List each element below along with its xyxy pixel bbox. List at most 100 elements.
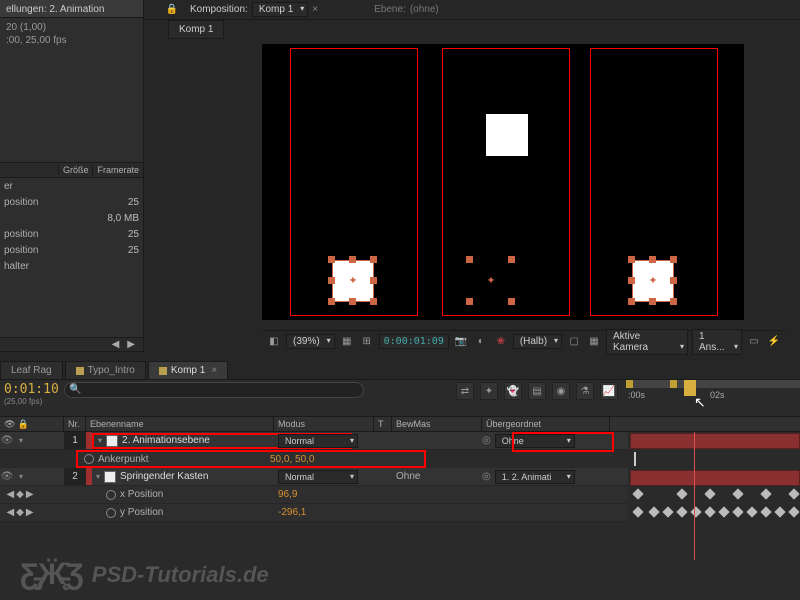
col-parent[interactable]: Übergeordnet <box>482 417 610 431</box>
composition-viewer[interactable]: ✦ ✦ ✦ <box>262 44 744 320</box>
col-layername[interactable]: Ebenenname <box>86 417 274 431</box>
visibility-toggle[interactable]: 👁 <box>0 435 14 446</box>
handle-icon[interactable] <box>370 256 377 263</box>
property-row-anchor[interactable]: Ankerpunkt 50,0, 50,0 <box>76 450 426 468</box>
handle-icon[interactable] <box>370 298 377 305</box>
layer-name[interactable]: Springender Kasten <box>120 471 208 482</box>
motion-blur-icon[interactable]: ◉ <box>552 382 570 400</box>
handle-icon[interactable] <box>328 256 335 263</box>
col-trackmatte[interactable]: T <box>374 417 392 431</box>
col-framerate[interactable]: Framerate <box>92 165 143 175</box>
frame-blend-icon[interactable]: ▤ <box>528 382 546 400</box>
project-row[interactable]: er <box>0 178 143 194</box>
handle-icon[interactable] <box>649 256 656 263</box>
anchor-icon[interactable]: ✦ <box>486 276 496 286</box>
keyframe-icon[interactable] <box>760 488 771 499</box>
lock-icon[interactable]: 🔒 <box>162 4 182 15</box>
keyframe-icon[interactable] <box>704 506 715 517</box>
comp-breadcrumb[interactable]: Komp 1 <box>168 20 224 39</box>
handle-icon[interactable] <box>670 298 677 305</box>
trackmatte-dropdown[interactable]: Ohne <box>396 471 420 482</box>
project-row[interactable]: 8,0 MB <box>0 210 143 226</box>
transparency-grid-icon[interactable]: ▦ <box>586 334 602 350</box>
scroll-left-icon[interactable]: ◀ <box>112 339 120 350</box>
current-time[interactable]: 0:01:10 <box>4 382 60 397</box>
next-kf-icon[interactable]: ▶ <box>26 489 34 500</box>
anchor-icon[interactable]: ✦ <box>648 276 658 286</box>
roi-icon[interactable]: ▢ <box>566 334 582 350</box>
parent-dropdown[interactable]: 1. 2. Animati <box>495 470 575 484</box>
close-tab-icon[interactable]: × <box>211 365 217 376</box>
add-kf-icon[interactable]: ◆ <box>16 507 24 518</box>
visibility-toggle[interactable]: 👁 <box>0 471 14 482</box>
parent-dropdown[interactable]: Ohne <box>495 434 575 448</box>
col-nr[interactable]: Nr. <box>64 417 86 431</box>
keyframe-icon[interactable] <box>676 488 687 499</box>
quality-dropdown[interactable]: (Halb) <box>513 334 562 349</box>
layer-bar-1[interactable] <box>630 433 800 449</box>
zoom-dropdown[interactable]: (39%) <box>286 334 335 349</box>
keyframe-icon[interactable] <box>788 488 799 499</box>
scroll-right-icon[interactable]: ▶ <box>127 339 135 350</box>
handle-icon[interactable] <box>508 256 515 263</box>
keyframe-icon[interactable] <box>632 488 643 499</box>
handle-icon[interactable] <box>370 277 377 284</box>
work-area-start-handle[interactable] <box>626 380 633 388</box>
color-mgmt-icon[interactable]: ❀ <box>493 334 509 350</box>
grid-icon[interactable]: ⊞ <box>359 334 375 350</box>
keyframe-icon[interactable] <box>746 506 757 517</box>
composition-tab[interactable]: Komposition: Komp 1 × <box>182 0 326 19</box>
twirl-icon[interactable]: ▾ <box>96 472 100 481</box>
stopwatch-icon[interactable] <box>84 454 94 464</box>
stopwatch-icon[interactable] <box>106 508 116 518</box>
graph-editor-icon[interactable]: 📈 <box>600 382 618 400</box>
keyframe-icon[interactable] <box>788 506 799 517</box>
layer-box-plain[interactable] <box>486 114 528 156</box>
layer-name[interactable]: 2. Animationsebene <box>122 435 210 446</box>
keyframe-icon[interactable] <box>760 506 771 517</box>
cti-line[interactable] <box>694 432 695 560</box>
layer-tab[interactable]: Ebene: (ohne) <box>366 0 447 19</box>
project-row[interactable]: position25 <box>0 226 143 242</box>
twirl-icon[interactable]: ▾ <box>14 436 28 445</box>
comp-dropdown[interactable]: Komp 1 <box>252 2 308 17</box>
timeline-search-input[interactable] <box>64 382 364 398</box>
stopwatch-icon[interactable] <box>106 490 116 500</box>
project-row[interactable]: position25 <box>0 242 143 258</box>
project-row[interactable]: halter <box>0 258 143 274</box>
timeline-tab-typo[interactable]: Typo_Intro <box>65 361 146 379</box>
handle-icon[interactable] <box>328 298 335 305</box>
pickwhip-icon[interactable]: ◎ <box>482 435 491 446</box>
prop-value[interactable]: -296,1 <box>274 507 374 518</box>
prop-value[interactable]: 96,9 <box>274 489 374 500</box>
fast-preview-icon[interactable]: ⚡ <box>766 334 782 350</box>
handle-icon[interactable] <box>628 277 635 284</box>
keyframe-icon[interactable] <box>648 506 659 517</box>
timeline-track-area[interactable] <box>628 432 800 560</box>
keyframe-icon[interactable] <box>676 506 687 517</box>
keyframe-icon[interactable] <box>632 506 643 517</box>
work-area-bar[interactable] <box>626 380 800 388</box>
next-kf-icon[interactable]: ▶ <box>26 507 34 518</box>
work-area-end-handle[interactable] <box>670 380 677 388</box>
handle-icon[interactable] <box>466 256 473 263</box>
views-dropdown[interactable]: 1 Ans... <box>692 329 742 355</box>
comp-flowchart-icon[interactable]: ⇄ <box>456 382 474 400</box>
anchor-icon[interactable]: ✦ <box>348 276 358 286</box>
handle-icon[interactable] <box>649 298 656 305</box>
blend-mode-dropdown[interactable]: Normal <box>278 470 358 484</box>
blend-mode-dropdown[interactable]: Normal <box>278 434 358 448</box>
prev-kf-icon[interactable]: ◀ <box>6 507 14 518</box>
col-bewmas[interactable]: BewMas <box>392 417 482 431</box>
timeline-tab-komp1[interactable]: Komp 1× <box>148 361 228 379</box>
snapshot-icon[interactable]: 📷 <box>453 334 469 350</box>
col-mode[interactable]: Modus <box>274 417 374 431</box>
project-panel-tab[interactable]: ellungen: 2. Animation <box>0 0 143 18</box>
handle-icon[interactable] <box>328 277 335 284</box>
col-size[interactable]: Größe <box>58 165 93 175</box>
handle-icon[interactable] <box>349 298 356 305</box>
prop-value[interactable]: 50,0, 50,0 <box>266 454 366 465</box>
keyframe-icon[interactable] <box>732 506 743 517</box>
handle-icon[interactable] <box>628 298 635 305</box>
keyframe-icon[interactable] <box>718 506 729 517</box>
